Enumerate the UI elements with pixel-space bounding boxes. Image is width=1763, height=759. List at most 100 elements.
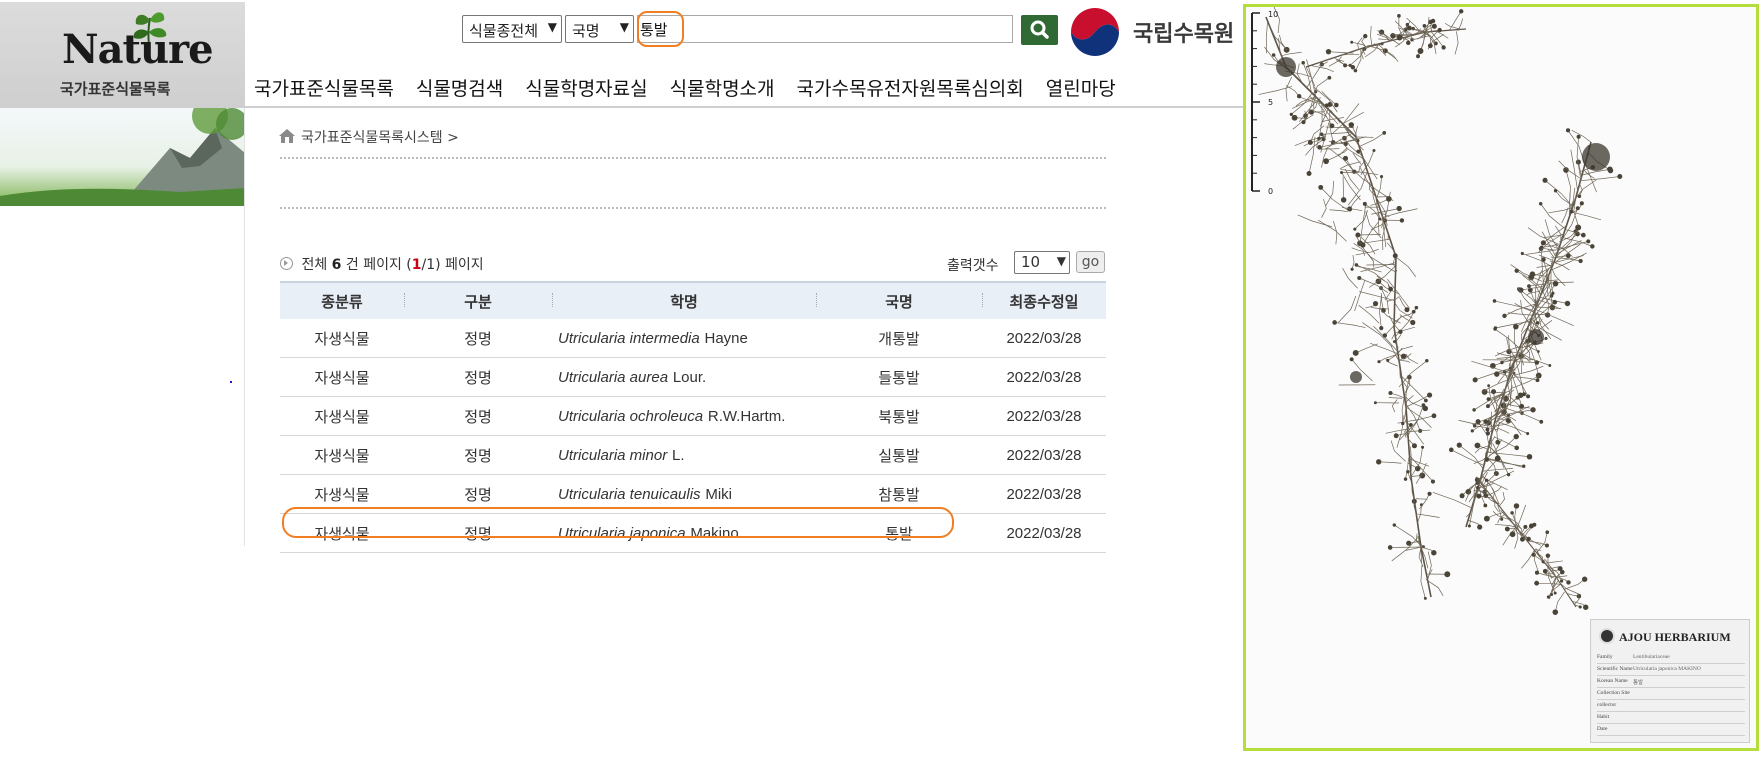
nav-item-name-search[interactable]: 식물명검색 <box>416 74 503 101</box>
main-nav: 국가표준식물목록 식물명검색 식물학명자료실 식물학명소개 국가수목유전자원목록… <box>254 74 1138 101</box>
search-icon <box>1030 20 1049 39</box>
label-key: Scientific Name <box>1597 666 1633 672</box>
label-value: Utricularia japonica MAKINO <box>1633 666 1701 672</box>
herbarium-label-row: Date <box>1597 726 1745 736</box>
table-header-row: 종분류 구분 학명 국명 최종수정일 <box>280 281 1106 319</box>
label-key: Date <box>1597 726 1608 732</box>
field-select[interactable]: 국명 ▼ <box>565 15 634 43</box>
search-input[interactable]: 통발 <box>637 15 1013 43</box>
cell-modified-date: 2022/03/28 <box>982 396 1106 436</box>
mountain-hero-image <box>0 108 245 206</box>
cell-status: 정명 <box>404 319 552 358</box>
cell-modified-date: 2022/03/28 <box>982 513 1106 553</box>
chevron-down-icon: ▼ <box>547 20 557 34</box>
herbarium-label-row: Family Lentibulariaceae <box>1597 654 1745 664</box>
chevron-down-icon: ▼ <box>619 20 629 34</box>
label-key: Habit <box>1597 714 1610 720</box>
cell-scientific-name[interactable]: Utricularia ochroleuca R.W.Hartm. <box>552 396 816 436</box>
cell-modified-date: 2022/03/28 <box>982 319 1106 358</box>
scientific-name-link[interactable]: Utricularia minor <box>558 447 667 464</box>
cell-kind: 자생식물 <box>280 435 404 475</box>
label-key: Korean Name <box>1597 678 1628 684</box>
summary-unit: 건 페이지 ( <box>345 257 412 273</box>
cell-scientific-name[interactable]: Utricularia intermedia Hayne <box>552 319 816 358</box>
cell-scientific-name[interactable]: Utricularia aurea Lour. <box>552 357 816 397</box>
table-row[interactable]: 자생식물 정명 Utricularia minor L. 실통발 2022/03/28 <box>280 435 1106 475</box>
scientific-name-link[interactable]: Utricularia tenuicaulis <box>558 486 701 503</box>
field-select-value: 국명 <box>572 22 600 40</box>
cell-korean-name: 개통발 <box>816 319 982 358</box>
label-key: collector <box>1597 702 1617 708</box>
scale-label-top: 10 <box>1268 10 1278 19</box>
cell-kind: 자생식물 <box>280 319 404 358</box>
count-label: 출력갯수 <box>947 258 999 274</box>
scientific-author: Lour. <box>672 369 707 386</box>
scientific-name-link[interactable]: Utricularia aurea <box>558 369 668 386</box>
scientific-author: Hayne <box>704 330 748 347</box>
count-select[interactable]: 10 ▼ <box>1014 251 1070 274</box>
column-header[interactable]: 종분류 <box>280 281 404 319</box>
herbarium-label-row: Collection Site <box>1597 690 1745 700</box>
cell-status: 정명 <box>404 435 552 475</box>
nav-item-open-square[interactable]: 열린마당 <box>1046 74 1116 101</box>
herbarium-label: AJOU HERBARIUM Family Lentibulariaceae Sci… <box>1590 619 1750 743</box>
go-button[interactable]: go <box>1076 251 1105 273</box>
website-area: Nature 국가표준식물목록 식물종전체 ▼ 국명 ▼ 통발 국립수목원 국가… <box>0 0 1243 553</box>
column-header[interactable]: 학명 <box>552 281 816 319</box>
breadcrumb[interactable]: 국가표준식물목록시스템 > <box>301 127 459 147</box>
table-row[interactable]: 자생식물 정명 Utricularia intermedia Hayne 개통발 202… <box>280 319 1106 358</box>
cell-status: 정명 <box>404 396 552 436</box>
scientific-author: L. <box>671 447 685 464</box>
scientific-author: Miki <box>705 486 733 503</box>
scale-label-bottom: 0 <box>1268 187 1273 196</box>
organization-name[interactable]: 국립수목원 <box>1133 16 1234 48</box>
summary-prefix: 전체 <box>301 257 328 273</box>
logo-subtitle: 국가표준식물목록 <box>60 80 171 98</box>
column-header[interactable]: 최종수정일 <box>982 281 1106 319</box>
cell-korean-name: 북통발 <box>816 396 982 436</box>
table-row[interactable]: 자생식물 정명 Utricularia aurea Lour. 들통발 2022/03/… <box>280 357 1106 397</box>
scientific-name-link[interactable]: Utricularia intermedia <box>558 330 700 347</box>
selected-row-highlight <box>282 507 954 538</box>
cell-scientific-name[interactable]: Utricularia minor L. <box>552 435 816 475</box>
category-select-value: 식물종전체 <box>469 22 539 40</box>
herbarium-specimen-image: 10 5 0 AJOU HERBARIUM Family Lentibularia… <box>1243 4 1759 751</box>
dotted-divider <box>280 157 1106 159</box>
cell-korean-name: 실통발 <box>816 435 982 475</box>
herbarium-label-row: Korean Name 통발 <box>1597 678 1745 688</box>
herbarium-title: AJOU HERBARIUM <box>1619 630 1731 644</box>
government-emblem-icon <box>1071 8 1119 56</box>
nav-item-scientific-archive[interactable]: 식물학명자료실 <box>525 74 647 101</box>
category-select[interactable]: 식물종전체 ▼ <box>462 15 562 43</box>
herbarium-label-row: Scientific Name Utricularia japonica MAKI… <box>1597 666 1745 676</box>
nav-item-scientific-intro[interactable]: 식물학명소개 <box>670 74 775 101</box>
nav-item-council[interactable]: 국가수목유전자원목록심의회 <box>797 74 1024 101</box>
count-select-value: 10 <box>1021 253 1041 271</box>
column-header[interactable]: 구분 <box>404 281 552 319</box>
column-header[interactable]: 국명 <box>816 281 982 319</box>
cell-status: 정명 <box>404 357 552 397</box>
dotted-divider <box>280 207 1106 209</box>
scale-ruler: 10 5 0 <box>1251 10 1278 196</box>
scientific-author: R.W.Hartm. <box>707 408 786 425</box>
logo-wordmark: Nature <box>62 26 214 73</box>
label-value: 통발 <box>1633 680 1644 686</box>
herbarium-label-row: collector <box>1597 702 1745 712</box>
scale-label-mid: 5 <box>1268 98 1273 107</box>
summary-total: 6 <box>331 257 342 273</box>
cell-modified-date: 2022/03/28 <box>982 474 1106 514</box>
table-row[interactable]: 자생식물 정명 Utricularia ochroleuca R.W.Hartm. 북… <box>280 396 1106 436</box>
search-query-highlight <box>637 11 684 47</box>
sidebar-divider <box>244 108 245 546</box>
scientific-name-link[interactable]: Utricularia ochroleuca <box>558 408 703 425</box>
search-button[interactable] <box>1021 15 1058 45</box>
home-icon[interactable] <box>278 128 296 144</box>
herbarium-label-row: Habit <box>1597 714 1745 724</box>
sidebar-dot <box>230 381 232 383</box>
label-value: Lentibulariaceae <box>1633 654 1670 660</box>
cell-modified-date: 2022/03/28 <box>982 357 1106 397</box>
logo[interactable]: Nature 국가표준식물목록 <box>0 2 245 106</box>
cell-modified-date: 2022/03/28 <box>982 435 1106 475</box>
nav-item-standard-list[interactable]: 국가표준식물목록 <box>254 74 394 101</box>
cell-korean-name: 들통발 <box>816 357 982 397</box>
